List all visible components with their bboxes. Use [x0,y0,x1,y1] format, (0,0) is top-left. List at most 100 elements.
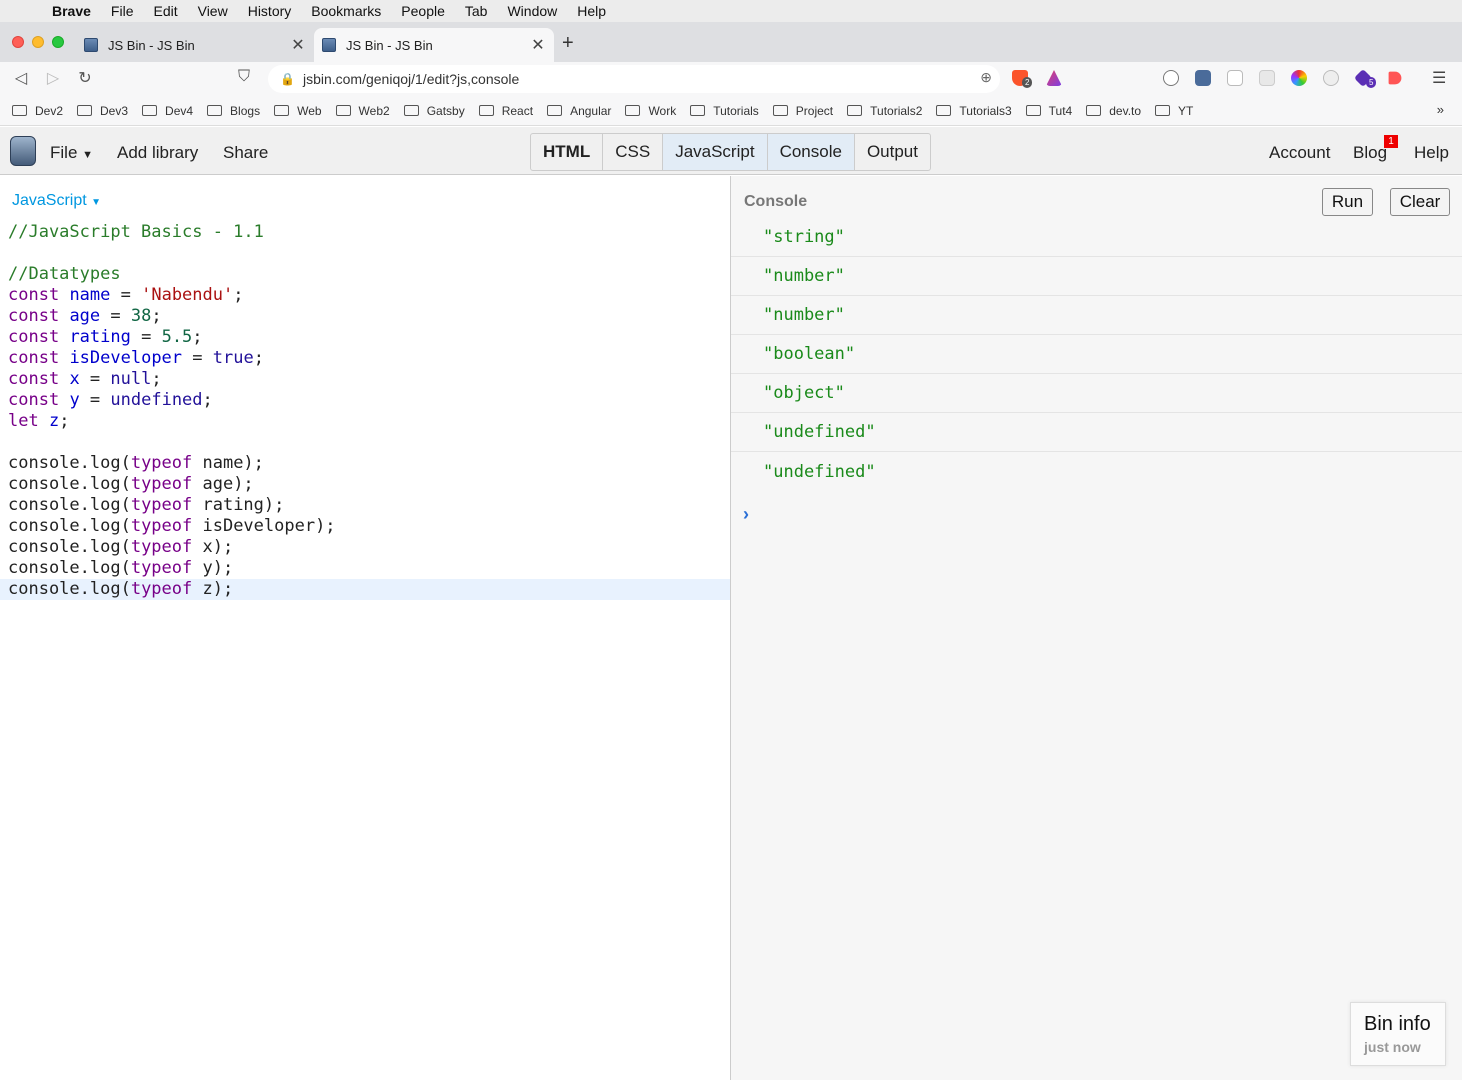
console-prompt-icon[interactable]: › [743,504,749,525]
minimize-window-button[interactable] [32,36,44,48]
run-button[interactable]: Run [1322,188,1373,216]
code-line[interactable]: const x = null; [0,369,730,390]
bookmark-folder[interactable]: Gatsby [403,104,465,118]
code-line[interactable]: //Datatypes [0,264,730,285]
browser-tab-1[interactable]: JS Bin - JS Bin ✕ [76,28,314,62]
extension-h-icon[interactable] [1163,70,1179,86]
code-line-current[interactable]: console.log(typeof z); [0,579,730,600]
menu-tab[interactable]: Tab [465,3,488,19]
code-line[interactable]: const isDeveloper = true; [0,348,730,369]
bookmark-folder[interactable]: React [478,104,533,118]
bookmark-folder[interactable]: Angular [547,104,611,118]
new-tab-icon[interactable]: + [562,32,574,55]
panel-css-tab[interactable]: CSS [603,134,664,170]
panel-javascript-tab[interactable]: JavaScript [663,134,768,170]
forward-icon[interactable]: ▷ [42,68,64,88]
json-viewer-icon[interactable] [1227,70,1243,86]
menu-window[interactable]: Window [507,3,557,19]
code-area[interactable]: //JavaScript Basics - 1.1 //Datatypes co… [0,222,730,600]
bookmark-folder[interactable]: dev.to [1086,104,1141,118]
bookmark-icon[interactable]: ⛉ [233,68,255,86]
code-line[interactable]: const rating = 5.5; [0,327,730,348]
code-line[interactable] [0,432,730,453]
tab-title: JS Bin - JS Bin [346,37,433,53]
reload-icon[interactable]: ↻ [74,68,96,88]
blog-link[interactable]: Blog [1353,143,1387,163]
file-menu[interactable]: File ▼ [50,143,93,163]
extension-grid-icon[interactable] [1259,70,1275,86]
language-selector[interactable]: JavaScript ▼ [12,192,101,210]
bookmark-folder[interactable]: Dev2 [12,104,63,118]
extension-count-badge: 5 [1366,77,1377,88]
bookmark-folder[interactable]: Web2 [335,104,390,118]
bookmark-folder[interactable]: YT [1155,104,1193,118]
bookmark-label: Angular [570,103,612,118]
bookmark-folder[interactable]: Project [772,104,833,118]
file-menu-label: File [50,143,78,162]
share-button[interactable]: Share [223,143,268,163]
bookmark-folder[interactable]: Web [274,104,322,118]
menu-app[interactable]: Brave [52,3,91,19]
code-line[interactable]: console.log(typeof age); [0,474,730,495]
clear-button[interactable]: Clear [1390,188,1450,216]
menu-view[interactable]: View [198,3,228,19]
menu-edit[interactable]: Edit [153,3,177,19]
code-line[interactable]: console.log(typeof x); [0,537,730,558]
code-line[interactable]: const name = 'Nabendu'; [0,285,730,306]
jsbin-logo-icon[interactable] [10,136,36,166]
console-log-row: "undefined" [763,461,876,482]
back-icon[interactable]: ◁ [10,68,32,88]
folder-icon [1155,105,1171,116]
menu-file[interactable]: File [111,3,134,19]
color-picker-icon[interactable] [1291,70,1307,86]
bookmark-folder[interactable]: Tutorials3 [936,104,1012,118]
code-line[interactable]: console.log(typeof rating); [0,495,730,516]
code-line[interactable]: console.log(typeof isDeveloper); [0,516,730,537]
bookmark-folder[interactable]: Dev4 [142,104,193,118]
help-link[interactable]: Help [1414,143,1449,163]
close-tab-icon[interactable]: ✕ [528,35,548,55]
bookmark-folder[interactable]: Blogs [207,104,260,118]
bookmark-label: dev.to [1109,103,1142,118]
browser-menu-icon[interactable]: ☰ [1432,68,1446,88]
panel-html-tab[interactable]: HTML [531,134,604,170]
menu-help[interactable]: Help [577,3,606,19]
zoom-icon[interactable]: ⊕ [980,69,992,86]
bookmark-folder[interactable]: Tutorials [690,104,759,118]
lock-icon[interactable]: 🔒 [280,72,295,86]
code-line[interactable]: const age = 38; [0,306,730,327]
more-bookmarks-icon[interactable]: » [1437,102,1444,117]
console-log-row: "boolean" [731,335,1462,374]
code-line[interactable] [0,243,730,264]
browser-tab-2[interactable]: JS Bin - JS Bin ✕ [314,28,554,62]
brave-rewards-icon[interactable] [1046,70,1062,86]
folder-icon [274,105,290,116]
panel-console-tab[interactable]: Console [767,134,855,170]
bookmark-folder[interactable]: Work [625,104,676,118]
code-line[interactable]: const y = undefined; [0,390,730,411]
account-link[interactable]: Account [1269,143,1330,163]
menu-bookmarks[interactable]: Bookmarks [311,3,381,19]
url-text[interactable]: jsbin.com/geniqoj/1/edit?js,console [303,71,519,87]
bookmark-folder[interactable]: Dev3 [77,104,128,118]
code-line[interactable]: let z; [0,411,730,432]
zoom-window-button[interactable] [52,36,64,48]
menu-history[interactable]: History [248,3,292,19]
extension-arrow-icon[interactable] [1388,71,1402,85]
address-bar[interactable]: 🔒 jsbin.com/geniqoj/1/edit?js,console ⊕ [268,65,1000,93]
add-library-button[interactable]: Add library [117,143,198,163]
extension-screen-icon[interactable] [1195,70,1211,86]
code-line[interactable]: console.log(typeof name); [0,453,730,474]
javascript-editor-panel[interactable]: JavaScript ▼ //JavaScript Basics - 1.1 /… [0,176,731,1080]
close-window-button[interactable] [12,36,24,48]
menu-people[interactable]: People [401,3,445,19]
folder-icon [936,105,952,116]
close-tab-icon[interactable]: ✕ [288,35,308,55]
bookmark-folder[interactable]: Tutorials2 [847,104,922,118]
panel-output-tab[interactable]: Output [855,134,930,170]
bookmark-folder[interactable]: Tut4 [1025,104,1072,118]
bin-info-panel[interactable]: Bin info just now [1350,1002,1446,1066]
code-line[interactable]: console.log(typeof y); [0,558,730,579]
extension-circle-icon[interactable] [1323,70,1339,86]
code-line[interactable]: //JavaScript Basics - 1.1 [0,222,730,243]
